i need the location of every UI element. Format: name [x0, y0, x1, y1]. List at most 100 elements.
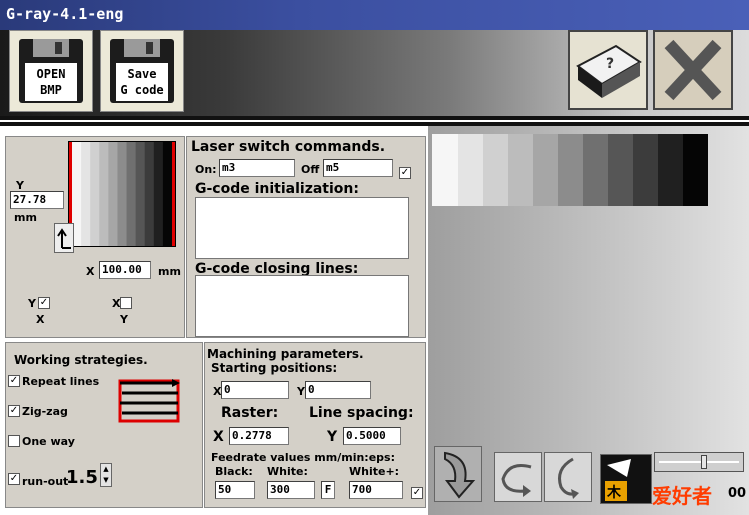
help-button[interactable]: ?	[568, 30, 648, 110]
raster-y-input[interactable]: 0.5000	[343, 427, 401, 445]
white-plus-input[interactable]: 700	[349, 481, 403, 499]
white-feed-input[interactable]: 300	[267, 481, 315, 499]
raster-x-input[interactable]: 0.2778	[229, 427, 289, 445]
gray-scale-bar	[432, 134, 708, 206]
flip-y-sub-label: X	[36, 313, 45, 326]
preview-area: 木 爱好者 00	[428, 126, 749, 515]
flip-y-checkbox[interactable]: ✓	[38, 297, 50, 309]
spin-up-icon[interactable]: ▲	[101, 464, 111, 475]
gray-gradient-preview	[69, 142, 175, 246]
laser-off-checkbox[interactable]: ✓	[399, 167, 411, 179]
preview-stripe	[81, 142, 91, 246]
raster-label: Raster:	[221, 405, 279, 421]
zigzag-label: Zig-zag	[22, 405, 68, 418]
spin-down-icon[interactable]: ▼	[101, 475, 111, 486]
preview-stripe	[90, 142, 100, 246]
runout-label: run-out	[22, 475, 69, 488]
flip-x-checkbox[interactable]	[120, 297, 132, 309]
repeat-lines-label: Repeat lines	[22, 375, 100, 388]
white-plus-label: White+:	[349, 465, 400, 478]
y-size-input[interactable]: 27.78	[10, 191, 64, 209]
slider-thumb[interactable]	[701, 455, 707, 469]
preview-stripe	[108, 142, 118, 246]
preview-stripe	[153, 142, 164, 246]
counter-text: 00	[728, 486, 747, 501]
toolbar: OPEN BMP Save G code ?	[0, 30, 749, 116]
gray-swatch	[583, 134, 608, 206]
flip-y-label: Y	[28, 297, 36, 310]
gcode-init-textarea[interactable]	[195, 197, 409, 259]
laser-on-input[interactable]: m3	[219, 159, 295, 177]
gray-swatch	[558, 134, 583, 206]
close-icon	[664, 39, 722, 101]
close-button[interactable]	[653, 30, 733, 110]
working-strategies-panel: Working strategies. ✓ Repeat lines ✓ Zig…	[5, 342, 203, 508]
rotate-right-icon	[558, 457, 579, 499]
gray-swatch	[658, 134, 683, 206]
rotate-left-button[interactable]	[494, 452, 542, 502]
track-slider[interactable]	[654, 452, 744, 472]
raster-x-label: X	[213, 429, 224, 445]
floppy-disk-icon: OPEN BMP	[19, 39, 83, 103]
corner-arrow-icon	[57, 228, 71, 249]
runout-spinner[interactable]: ▲ ▼	[100, 463, 112, 487]
separator-strip	[0, 116, 749, 126]
open-bmp-button[interactable]: OPEN BMP	[9, 30, 93, 112]
save-label-line2: G code	[120, 83, 164, 97]
line-spacing-label: Line spacing:	[309, 405, 414, 421]
curved-arrow-down-icon	[444, 451, 476, 499]
gray-swatch	[432, 134, 458, 206]
preview-border-right	[172, 142, 175, 246]
gray-swatch	[483, 134, 508, 206]
black-feed-input[interactable]: 50	[215, 481, 255, 499]
machining-title: Machining parameters.	[207, 347, 364, 361]
forum-logo: 木	[600, 454, 652, 504]
preview-stripe	[99, 142, 109, 246]
rotate-left-icon	[501, 464, 532, 497]
f-button[interactable]: F	[321, 481, 335, 499]
lock-aspect-button[interactable]	[54, 223, 74, 253]
gray-swatch	[458, 134, 483, 206]
x-size-label: X	[86, 265, 95, 278]
x-unit-label: mm	[158, 265, 181, 278]
start-y-label: Y	[297, 385, 305, 398]
window-title: G-ray-4.1-eng	[6, 5, 124, 23]
svg-text:?: ?	[606, 56, 614, 72]
runout-value: 1.5	[66, 467, 98, 488]
x-size-input[interactable]: 100.00	[99, 261, 151, 279]
logo-icon: 木	[605, 459, 631, 501]
laser-off-label: Off	[301, 163, 320, 176]
laser-title: Laser switch commands.	[191, 139, 386, 155]
y-unit-label: mm	[14, 211, 37, 224]
preview-stripe	[135, 142, 146, 246]
svg-text:木: 木	[606, 484, 622, 501]
gray-swatch	[533, 134, 558, 206]
white-label: White:	[267, 465, 308, 478]
gcode-closing-textarea[interactable]	[195, 275, 409, 337]
gray-swatch	[608, 134, 633, 206]
runout-checkbox[interactable]: ✓	[8, 473, 20, 485]
image-size-panel: Y 27.78 mm X 100.00 mm Y ✓ X X Y	[5, 136, 185, 338]
gcode-init-label: G-code initialization:	[195, 181, 359, 197]
zigzag-checkbox[interactable]: ✓	[8, 405, 20, 417]
preview-stripe	[117, 142, 128, 246]
start-y-input[interactable]: 0	[305, 381, 371, 399]
open-label-line1: OPEN	[36, 67, 66, 81]
laser-off-input[interactable]: m5	[323, 159, 393, 177]
gray-swatch	[683, 134, 708, 206]
feedrate-label: Feedrate values mm/min:eps:	[211, 451, 395, 464]
rotate-right-button[interactable]	[544, 452, 592, 502]
one-way-checkbox[interactable]	[8, 435, 20, 447]
laser-commands-panel: Laser switch commands. On: m3 Off m5 ✓ G…	[186, 136, 426, 338]
watermark-text: 爱好者	[652, 484, 712, 508]
machining-parameters-panel: Machining parameters. Starting positions…	[204, 342, 426, 508]
black-label: Black:	[215, 465, 253, 478]
one-way-label: One way	[22, 435, 75, 448]
save-gcode-button[interactable]: Save G code	[100, 30, 184, 112]
process-button[interactable]	[434, 446, 482, 502]
repeat-lines-checkbox[interactable]: ✓	[8, 375, 20, 387]
raster-y-label: Y	[327, 429, 338, 445]
start-x-input[interactable]: 0	[221, 381, 289, 399]
preview-stripe	[126, 142, 137, 246]
white-plus-checkbox[interactable]: ✓	[411, 487, 423, 499]
